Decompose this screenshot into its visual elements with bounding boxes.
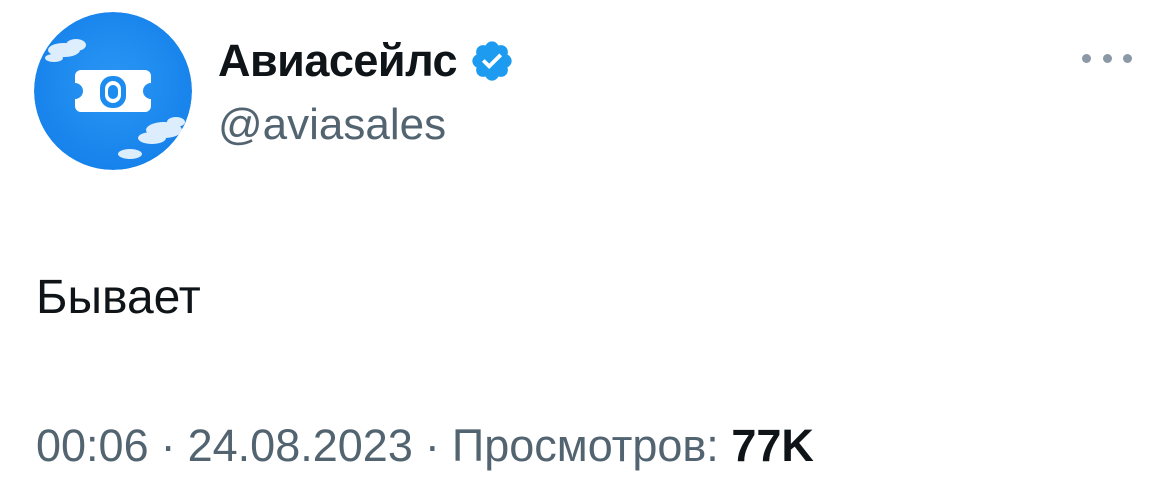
tweet-time[interactable]: 00:06 <box>36 420 149 471</box>
author-handle[interactable]: @aviasales <box>218 98 446 152</box>
tweet-date[interactable]: 24.08.2023 <box>188 420 413 471</box>
views-count[interactable]: 77K <box>731 420 814 471</box>
tweet-meta: 00:06 · 24.08.2023 · Просмотров: 77K <box>36 418 814 474</box>
author-name-row: Авиасейлс <box>218 34 515 88</box>
meta-separator: · <box>424 420 440 471</box>
dot-icon <box>1102 53 1112 63</box>
more-options-button[interactable] <box>1082 48 1132 68</box>
tweet-text: Бывает <box>36 271 201 324</box>
views-label: Просмотров: <box>451 420 719 471</box>
dot-icon <box>1082 53 1091 63</box>
aviasales-logo-icon <box>34 12 192 170</box>
verified-badge-icon[interactable] <box>469 38 515 84</box>
avatar[interactable] <box>34 12 192 170</box>
meta-separator: · <box>160 420 176 471</box>
display-name[interactable]: Авиасейлс <box>218 34 458 88</box>
dot-icon <box>1123 53 1132 63</box>
